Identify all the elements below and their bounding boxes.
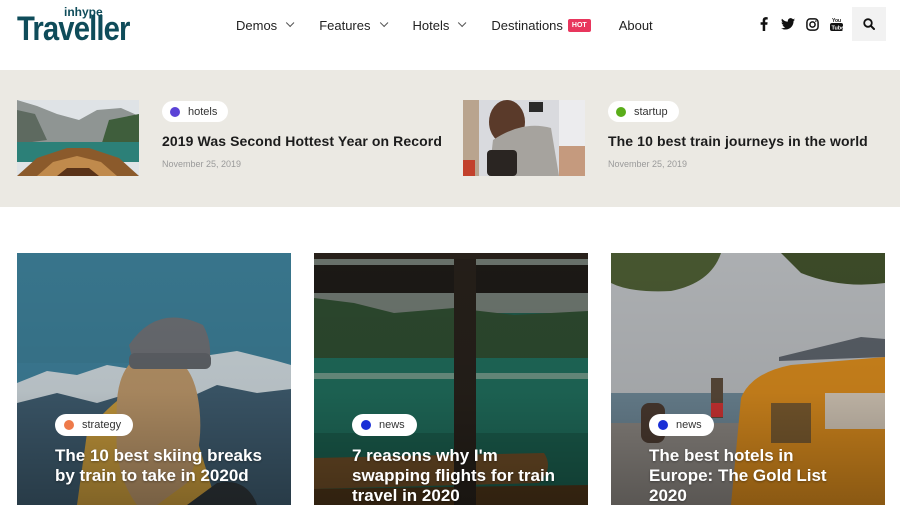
- category-tag-startup[interactable]: startup: [608, 101, 679, 122]
- search-icon: [863, 18, 875, 30]
- logo-big-text: Traveller: [17, 10, 130, 48]
- featured-strip: hotels 2019 Was Second Hottest Year on R…: [0, 70, 900, 207]
- nav-label: Features: [319, 17, 371, 33]
- city-traveler-image: [463, 100, 585, 176]
- category-dot: [170, 106, 180, 117]
- featured-post: hotels 2019 Was Second Hottest Year on R…: [17, 100, 447, 177]
- hot-badge: HOT: [567, 18, 591, 32]
- category-tag-hotels[interactable]: hotels: [162, 101, 229, 122]
- card-title[interactable]: 7 reasons why I'm swapping flights for t…: [352, 446, 562, 505]
- featured-post-date: November 25, 2019: [162, 159, 242, 169]
- featured-post-title[interactable]: The 10 best train journeys in the world: [608, 133, 868, 149]
- youtube-icon[interactable]: You Tube: [824, 14, 848, 34]
- nav-label: Demos: [236, 17, 278, 33]
- twitter-icon[interactable]: [776, 14, 800, 34]
- card-title[interactable]: The 10 best skiing breaks by train to ta…: [55, 446, 265, 486]
- category-label: startup: [634, 105, 668, 118]
- featured-post-image[interactable]: [17, 100, 139, 176]
- category-dot: [361, 420, 371, 430]
- category-label: strategy: [82, 419, 122, 431]
- chevron-down-icon: [286, 18, 295, 28]
- category-tag-news[interactable]: news: [649, 414, 714, 436]
- nav-item-features[interactable]: Features: [319, 17, 388, 33]
- site-header: inhype Traveller Demos Features Hotels D…: [0, 0, 900, 70]
- category-tag-news[interactable]: news: [352, 414, 417, 436]
- card-title[interactable]: The best hotels in Europe: The Gold List…: [649, 446, 859, 505]
- lake-boat-image: [17, 100, 139, 176]
- post-card[interactable]: strategy The 10 best skiing breaks by tr…: [17, 253, 291, 505]
- featured-post-image[interactable]: [463, 100, 585, 176]
- nav-item-demos[interactable]: Demos: [236, 17, 295, 33]
- site-logo[interactable]: inhype Traveller: [17, 5, 142, 48]
- category-dot: [658, 420, 668, 430]
- nav-item-hotels[interactable]: Hotels: [412, 17, 467, 33]
- category-dot: [64, 420, 74, 430]
- main-nav: Demos Features Hotels Destinations HOT A…: [236, 16, 681, 34]
- svg-text:Tube: Tube: [831, 26, 843, 32]
- social-links: You Tube: [752, 14, 848, 34]
- chevron-down-icon: [379, 18, 388, 28]
- featured-post-title[interactable]: 2019 Was Second Hottest Year on Record: [162, 133, 442, 149]
- nav-item-destinations[interactable]: Destinations HOT: [491, 17, 591, 33]
- nav-item-about[interactable]: About: [619, 18, 653, 33]
- category-label: news: [676, 419, 702, 431]
- featured-post: startup The 10 best train journeys in th…: [463, 100, 893, 177]
- nav-label: Destinations: [491, 17, 563, 33]
- category-tag-strategy[interactable]: strategy: [55, 414, 134, 436]
- featured-post-date: November 25, 2019: [608, 159, 688, 169]
- post-card[interactable]: news 7 reasons why I'm swapping flights …: [314, 253, 588, 505]
- search-button[interactable]: [852, 7, 886, 41]
- post-card[interactable]: news The best hotels in Europe: The Gold…: [611, 253, 885, 505]
- category-dot: [616, 106, 626, 117]
- instagram-icon[interactable]: [800, 14, 824, 34]
- facebook-icon[interactable]: [752, 14, 776, 34]
- nav-label: Hotels: [412, 17, 450, 33]
- chevron-down-icon: [458, 18, 467, 28]
- category-label: hotels: [188, 105, 218, 118]
- nav-label: About: [618, 17, 653, 33]
- category-label: news: [379, 419, 405, 431]
